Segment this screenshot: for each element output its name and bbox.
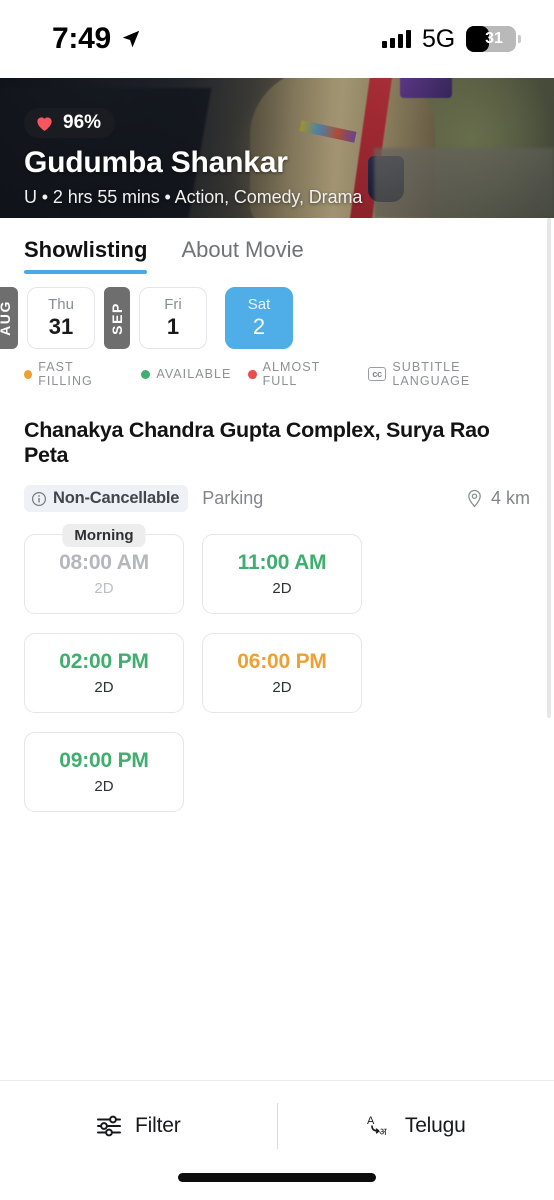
movie-hero-banner: 96% Gudumba Shankar U • 2 hrs 55 mins • … [0,78,554,218]
theatre-section: Chanakya Chandra Gupta Complex, Surya Ra… [0,388,554,512]
date-dow: Thu [48,296,74,314]
legend-item-almost-full: ALMOST FULL [248,360,351,388]
legend-label: ALMOST FULL [262,360,321,388]
month-label-aug: AUG [0,300,13,336]
svg-text:A: A [367,1115,375,1127]
month-label-sep: SEP [109,301,125,335]
month-tab-sep: SEP [104,287,130,349]
period-label-morning: Morning [62,524,146,547]
status-time: 7:49 [52,22,111,55]
dot-icon [24,369,33,379]
like-percentage-badge: 96% [24,108,116,139]
status-bar-left: 7:49 [52,22,142,56]
date-dow: Fri [164,296,182,314]
showtime-format: 2D [94,679,114,696]
cc-icon: cc [367,367,387,381]
showtime-time: 06:00 PM [237,650,327,673]
main-content: Showlisting About Movie AUG Thu 31 SEP F… [0,218,554,1080]
showtime-card-0800am[interactable]: Morning 08:00 AM 2D [24,524,184,614]
map-pin-icon [468,489,481,508]
translate-icon: A अ [367,1115,387,1138]
date-chip-fri-1[interactable]: Fri 1 [139,287,207,349]
battery-level: 31 [485,30,503,47]
info-circle-icon [32,491,46,506]
showtime-format: 2D [272,679,292,696]
date-chip-sat-2[interactable]: Sat 2 [225,287,293,349]
showtime-time: 08:00 AM [59,551,149,574]
like-percentage: 96% [63,112,102,134]
date-day: 2 [252,313,266,339]
showtime-format: 2D [94,580,114,597]
bottom-action-bar: Filter A अ Telugu [0,1080,554,1200]
language-label: Telugu [404,1114,466,1137]
showtime-time: 09:00 PM [59,749,149,772]
showtime-card-0200pm[interactable]: 02:00 PM 2D [24,633,184,713]
showtime-format: 2D [94,778,114,795]
legend-label: SUBTITLE LANGUAGE [392,360,471,388]
theatre-info-row: Non-Cancellable Parking 4 km [24,485,530,512]
date-day: 31 [48,313,74,339]
date-day: 1 [166,313,180,339]
date-dow: Sat [247,296,271,314]
theatre-name[interactable]: Chanakya Chandra Gupta Complex, Surya Ra… [24,418,530,468]
legend-label: AVAILABLE [156,367,232,381]
hero-content: 96% Gudumba Shankar U • 2 hrs 55 mins • … [0,108,554,218]
non-cancellable-label: Non-Cancellable [53,489,180,507]
legend-item-subtitle-language: cc SUBTITLE LANGUAGE [367,360,530,388]
showtime-time: 02:00 PM [59,650,149,673]
battery-icon: 31 [466,26,521,52]
availability-legend: FAST FILLING AVAILABLE ALMOST FULL cc SU… [0,354,554,388]
showtime-card-1100am[interactable]: 11:00 AM 2D [202,534,362,614]
status-bar: 7:49 5G 31 [0,0,554,78]
battery-cap [518,35,521,43]
network-label: 5G [422,24,455,53]
parking-label: Parking [202,488,264,508]
filter-label: Filter [135,1114,181,1137]
sliders-icon [97,1115,122,1137]
dot-icon [141,369,151,379]
showtime-time: 11:00 AM [237,551,327,574]
showtimes-grid: Morning 08:00 AM 2D 11:00 AM 2D 02:00 PM… [0,512,554,812]
tab-about-movie[interactable]: About Movie [181,237,303,274]
language-button[interactable]: A अ Telugu [278,1103,554,1149]
date-chip-thu-31[interactable]: Thu 31 [27,287,95,349]
showtime-format: 2D [272,580,292,597]
dot-icon [248,369,257,379]
signal-bars-icon [382,30,412,48]
home-indicator [178,1173,376,1182]
filter-button[interactable]: Filter [0,1103,277,1149]
phone-screen: 7:49 5G 31 96% Gudumba Shankar U • 2 hrs… [0,0,554,1200]
legend-label: FAST FILLING [38,360,93,388]
showtime-card-0900pm[interactable]: 09:00 PM 2D [24,732,184,812]
non-cancellable-badge[interactable]: Non-Cancellable [24,485,189,512]
legend-item-available: AVAILABLE [141,367,231,381]
heart-icon [37,117,52,132]
svg-text:अ: अ [379,1127,387,1138]
showtime-card-0600pm[interactable]: 06:00 PM 2D [202,633,362,713]
theatre-distance[interactable]: 4 km [466,488,530,509]
month-tab-aug: AUG [0,287,18,349]
vertical-scrollbar[interactable] [547,218,551,718]
content-tabs: Showlisting About Movie [0,218,554,274]
distance-label: 4 km [490,488,530,508]
date-selector: AUG Thu 31 SEP Fri 1 Sat 2 [0,274,554,354]
movie-title: Gudumba Shankar [24,146,288,180]
movie-meta: U • 2 hrs 55 mins • Action, Comedy, Dram… [24,187,363,207]
status-bar-right: 5G 31 [382,24,521,54]
tab-showlisting[interactable]: Showlisting [24,237,148,274]
legend-item-fast-filling: FAST FILLING [24,360,124,388]
location-arrow-icon [122,30,140,48]
